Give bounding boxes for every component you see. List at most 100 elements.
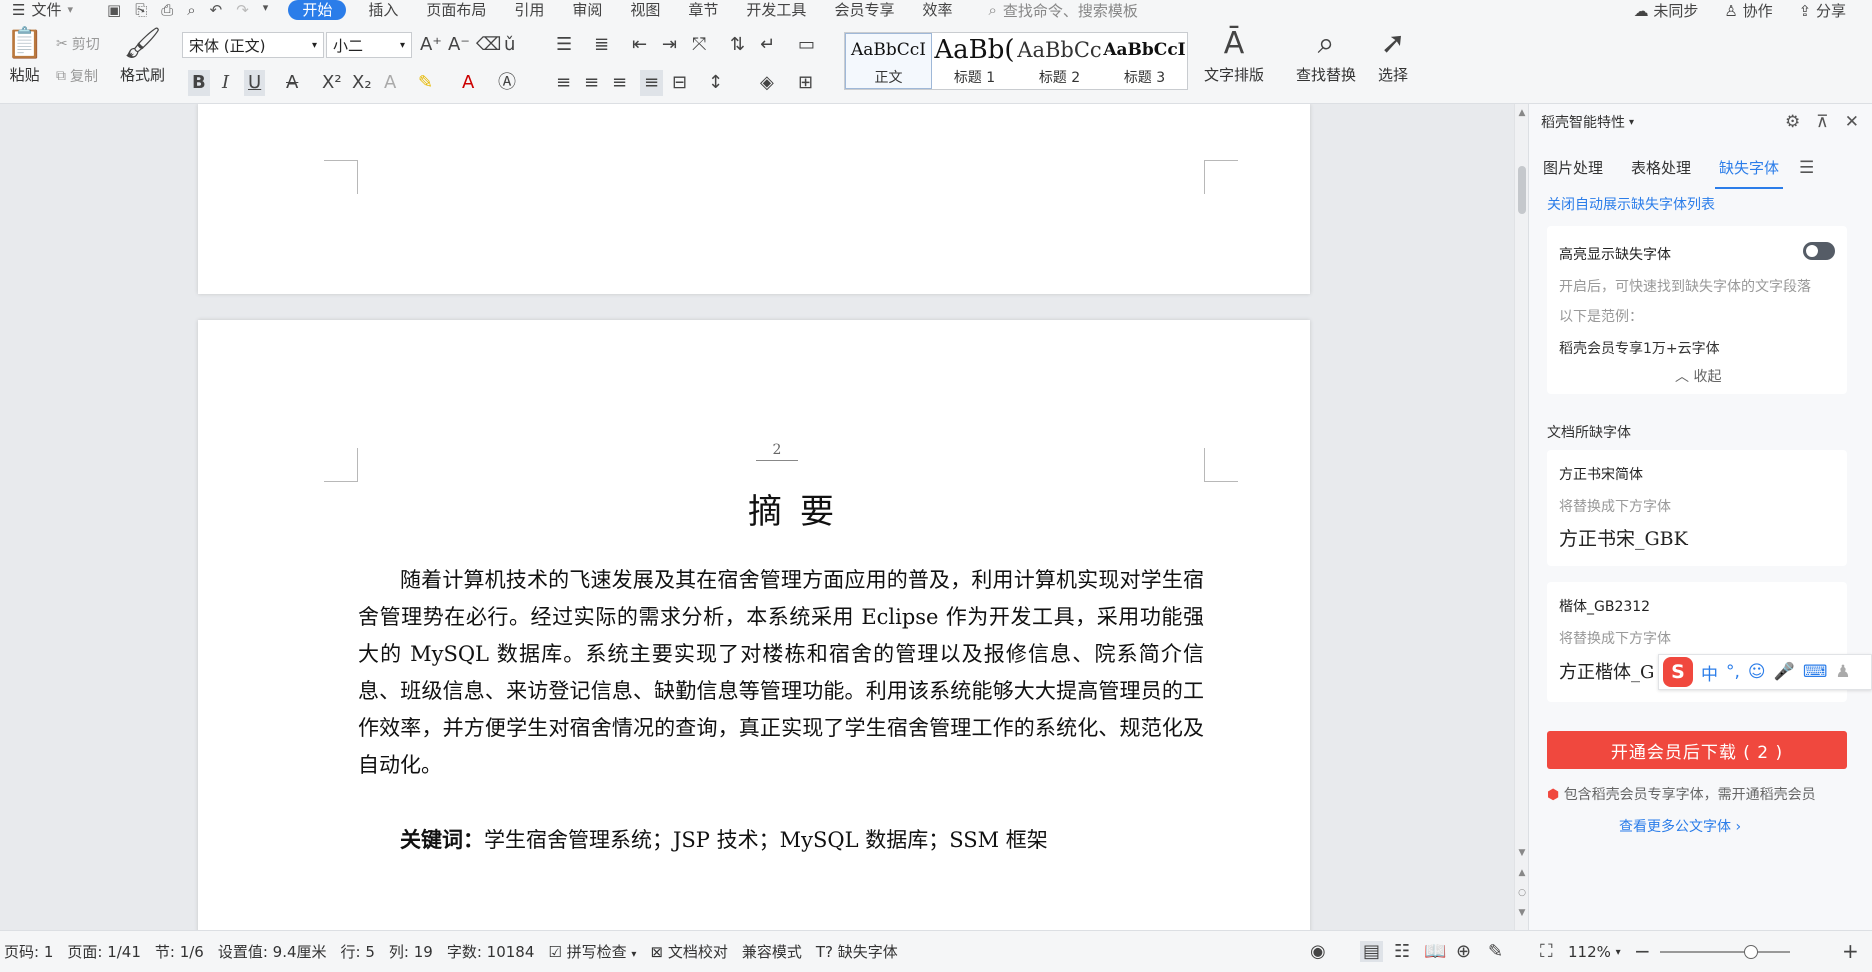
file-menu[interactable]: ☰ 文件 ▾ — [0, 0, 87, 20]
style-heading-2[interactable]: AaBbCc 标题 2 — [1017, 33, 1102, 89]
status-page[interactable]: 页面: 1/41 — [67, 941, 141, 962]
collapse-button[interactable]: ︿ 收起 — [1675, 366, 1721, 386]
decrease-indent-icon[interactable]: ⇤ — [632, 32, 647, 58]
zoom-in-icon[interactable]: + — [1842, 939, 1859, 963]
pin-icon[interactable]: ⊼ — [1816, 112, 1828, 132]
browse-object-icon[interactable]: ○ — [1515, 888, 1529, 898]
tab-review[interactable]: 审阅 — [558, 0, 616, 20]
compat-mode[interactable]: 兼容模式 — [742, 941, 802, 962]
distribute-icon[interactable]: ⊟ — [672, 70, 687, 96]
status-words[interactable]: 字数: 10184 — [447, 941, 535, 962]
phonetic-icon[interactable]: ǔ — [504, 32, 515, 58]
tab-member[interactable]: 会员专享 — [820, 0, 908, 20]
tab-missing-fonts[interactable]: 缺失字体 — [1705, 149, 1793, 189]
tab-developer[interactable]: 开发工具 — [732, 0, 820, 20]
fit-page-icon[interactable]: ⛶ — [1540, 941, 1553, 962]
status-section[interactable]: 节: 1/6 — [155, 941, 204, 962]
share-button[interactable]: ⇪ 分享 — [1799, 0, 1846, 21]
format-painter-button[interactable]: 🖌 格式刷 — [120, 24, 165, 85]
select-button[interactable]: ➚ 选择 — [1378, 24, 1408, 85]
reading-view-icon[interactable]: 📖 — [1424, 941, 1446, 962]
export-icon[interactable]: ⎘ — [135, 1, 147, 19]
grow-font-icon[interactable]: A⁺ — [420, 32, 442, 58]
bullet-list-icon[interactable]: ☰ — [556, 32, 572, 58]
punctuation-icon[interactable]: °, — [1726, 662, 1740, 682]
customize-icon[interactable]: ▾ — [263, 1, 269, 19]
align-left-icon[interactable]: ≡ — [556, 70, 571, 96]
tab-chapter[interactable]: 章节 — [674, 0, 732, 20]
strikethrough-icon[interactable]: A — [286, 70, 298, 96]
scroll-down-icon[interactable]: ▼ — [1515, 848, 1529, 858]
vertical-scrollbar[interactable]: ▲ ▼ ▲ ○ ▼ — [1514, 104, 1528, 930]
tab-insert[interactable]: 插入 — [354, 0, 412, 20]
save-icon[interactable]: ▣ — [107, 1, 121, 19]
paste-button[interactable]: 📋 粘贴 — [6, 24, 43, 85]
abstract-heading[interactable]: 摘要 — [700, 484, 900, 533]
text-effect-icon[interactable]: A — [384, 70, 396, 96]
redo-icon[interactable]: ↷ — [236, 1, 249, 19]
ruler-icon[interactable]: ▭ — [798, 32, 815, 58]
borders-icon[interactable]: ⊞ — [798, 70, 813, 96]
pen-icon[interactable]: ✎ — [1488, 941, 1503, 962]
superscript-icon[interactable]: X² — [322, 70, 342, 96]
scroll-thumb[interactable] — [1518, 166, 1526, 214]
ime-mode[interactable]: 中 — [1701, 660, 1718, 685]
undo-icon[interactable]: ↶ — [210, 1, 223, 19]
prev-page-icon[interactable]: ▲ — [1515, 868, 1529, 878]
status-setting[interactable]: 设置值: 9.4厘米 — [218, 941, 327, 962]
tab-references[interactable]: 引用 — [500, 0, 558, 20]
tab-image-processing[interactable]: 图片处理 — [1529, 149, 1617, 187]
gear-icon[interactable]: ⚙ — [1785, 112, 1800, 132]
panel-title[interactable]: 稻壳智能特性 — [1541, 112, 1625, 132]
spell-check-button[interactable]: ☑ 拼写检查 ▾ — [548, 941, 636, 962]
eye-protect-icon[interactable]: ◉ — [1310, 941, 1326, 962]
microphone-icon[interactable]: 🎤 — [1774, 662, 1795, 682]
sync-status[interactable]: ☁ 未同步 — [1634, 0, 1699, 21]
underline-icon[interactable]: U — [244, 70, 266, 96]
bold-icon[interactable]: B — [188, 70, 210, 96]
align-right-icon[interactable]: ≡ — [612, 70, 627, 96]
numbered-list-icon[interactable]: ≣ — [594, 32, 609, 58]
clear-format-icon[interactable]: ⌫ — [476, 32, 501, 58]
tab-efficiency[interactable]: 效率 — [908, 0, 966, 20]
menu-icon[interactable]: ☰ — [1799, 158, 1814, 178]
increase-indent-icon[interactable]: ⇥ — [662, 32, 677, 58]
zoom-level[interactable]: 112% ▾ — [1568, 943, 1621, 961]
find-replace-button[interactable]: ⌕ 查找替换 — [1296, 24, 1356, 85]
zoom-out-icon[interactable]: − — [1634, 939, 1651, 963]
user-icon[interactable]: ♟ — [1835, 662, 1850, 682]
italic-icon[interactable]: I — [222, 70, 229, 96]
font-size-select[interactable]: 小二 ▾ — [326, 32, 412, 58]
tab-home[interactable]: 开始 — [288, 0, 347, 20]
font-name-select[interactable]: 宋体 (正文) ▾ — [182, 32, 324, 58]
highlight-icon[interactable]: ✎ — [418, 70, 433, 96]
copy-button[interactable]: ⧉ 复制 — [56, 66, 98, 86]
outline-view-icon[interactable]: ☷ — [1394, 941, 1410, 962]
highlight-toggle[interactable] — [1803, 242, 1835, 260]
close-auto-show-link[interactable]: 关闭自动展示缺失字体列表 — [1547, 194, 1715, 214]
ime-toolbar[interactable]: S 中 °, ☺ 🎤 ⌨ ♟ — [1658, 654, 1872, 690]
proof-button[interactable]: ⊠ 文档校对 — [650, 941, 727, 962]
status-page-code[interactable]: 页码: 1 — [4, 941, 53, 962]
status-row[interactable]: 行: 5 — [341, 941, 375, 962]
tab-page-layout[interactable]: 页面布局 — [412, 0, 500, 20]
keywords-line[interactable]: 关键词：学生宿舍管理系统；JSP 技术；MySQL 数据库；SSM 框架 — [400, 824, 1048, 854]
emoji-icon[interactable]: ☺ — [1748, 662, 1766, 682]
font-color-icon[interactable]: A — [462, 70, 474, 96]
more-fonts-link[interactable]: 查看更多公文字体 › — [1619, 816, 1741, 836]
justify-icon[interactable]: ≡ — [640, 70, 664, 96]
tab-table-processing[interactable]: 表格处理 — [1617, 149, 1705, 187]
shading-icon[interactable]: ◈ — [760, 70, 774, 96]
show-marks-icon[interactable]: ↵ — [760, 32, 775, 58]
subscript-icon[interactable]: X₂ — [352, 70, 372, 96]
collab-button[interactable]: ♙ 协作 — [1724, 0, 1772, 21]
scroll-up-icon[interactable]: ▲ — [1515, 108, 1529, 118]
abstract-paragraph[interactable]: 随着计算机技术的飞速发展及其在宿舍管理方面应用的普及，利用计算机实现对学生宿舍管… — [358, 562, 1204, 784]
cut-button[interactable]: ✂ 剪切 — [56, 34, 100, 54]
download-button[interactable]: 开通会员后下载 ( 2 ) — [1547, 731, 1847, 769]
tab-view[interactable]: 视图 — [616, 0, 674, 20]
sort-icon[interactable]: ⇅ — [730, 32, 745, 58]
style-heading-3[interactable]: AaBbCcI 标题 3 — [1102, 33, 1187, 89]
zoom-slider-knob[interactable] — [1744, 945, 1758, 959]
align-center-icon[interactable]: ≡ — [584, 70, 599, 96]
